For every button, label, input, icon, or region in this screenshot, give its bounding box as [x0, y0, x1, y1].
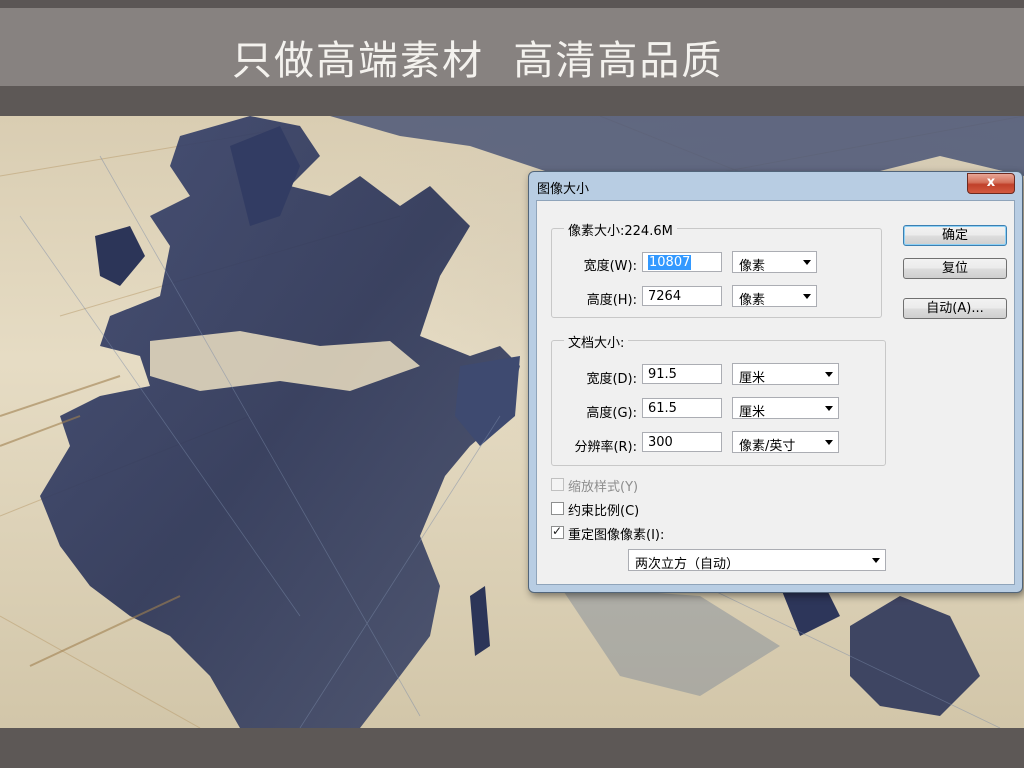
resolution-value: 300 — [648, 435, 673, 450]
doc-width-input[interactable]: 91.5 — [642, 364, 722, 384]
doc-width-unit: 厘米 — [739, 371, 766, 386]
resolution-label: 分辨率(R): — [574, 440, 637, 455]
resolution-input[interactable]: 300 — [642, 432, 722, 452]
pixel-width-value: 10807 — [648, 255, 692, 270]
pixel-height-unit-select[interactable]: 像素 — [732, 285, 817, 308]
chevron-down-icon — [872, 558, 880, 563]
banner: 只做高端素材 高清高品质 — [0, 8, 1024, 86]
reset-button[interactable]: 复位 — [903, 258, 1007, 279]
doc-height-unit-select[interactable]: 厘米 — [732, 397, 839, 420]
bottom-band — [0, 728, 1024, 768]
scale-styles-label: 缩放样式(Y) — [568, 480, 639, 495]
pixel-height-unit: 像素 — [739, 293, 766, 308]
pixel-height-label: 高度(H): — [586, 293, 637, 308]
pixel-width-input[interactable]: 10807 — [642, 252, 722, 272]
banner-lower-band — [0, 86, 1024, 116]
doc-height-unit: 厘米 — [739, 405, 766, 420]
doc-height-input[interactable]: 61.5 — [642, 398, 722, 418]
pixel-dimensions-label: 像素大小:224.6M — [564, 220, 677, 239]
checkmark-icon: ✓ — [552, 524, 563, 538]
banner-text: 只做高端素材 高清高品质 — [232, 38, 724, 84]
resample-image-label: 重定图像像素(I): — [568, 528, 665, 543]
constrain-proportions-checkbox[interactable] — [551, 502, 564, 515]
image-size-dialog: 图像大小 x 像素大小:224.6M 宽度(W): 10807 像素 高度(H)… — [528, 171, 1023, 593]
chevron-down-icon — [803, 260, 811, 265]
chevron-down-icon — [825, 406, 833, 411]
ok-button[interactable]: 确定 — [903, 225, 1007, 246]
doc-height-label: 高度(G): — [586, 406, 637, 421]
dialog-title: 图像大小 — [537, 182, 590, 197]
resolution-unit-select[interactable]: 像素/英寸 — [732, 431, 839, 454]
pixel-height-input[interactable]: 7264 — [642, 286, 722, 306]
pixel-width-unit: 像素 — [739, 259, 766, 274]
close-button[interactable]: x — [967, 173, 1015, 194]
top-strip — [0, 0, 1024, 8]
constrain-proportions-label: 约束比例(C) — [568, 504, 640, 519]
close-icon: x — [986, 175, 996, 190]
dialog-titlebar[interactable]: 图像大小 x — [529, 172, 1022, 200]
resample-method-select[interactable]: 两次立方（自动） — [628, 549, 886, 572]
doc-width-label: 宽度(D): — [586, 372, 637, 387]
doc-width-unit-select[interactable]: 厘米 — [732, 363, 839, 386]
pixel-width-unit-select[interactable]: 像素 — [732, 251, 817, 274]
document-size-label: 文档大小: — [564, 332, 629, 351]
doc-width-value: 91.5 — [648, 367, 677, 382]
pixel-height-value: 7264 — [648, 289, 682, 304]
chevron-down-icon — [803, 294, 811, 299]
chevron-down-icon — [825, 372, 833, 377]
resample-method: 两次立方（自动） — [635, 557, 740, 572]
scale-styles-checkbox[interactable] — [551, 478, 564, 491]
resolution-unit: 像素/英寸 — [739, 439, 796, 454]
auto-button[interactable]: 自动(A)... — [903, 298, 1007, 319]
chevron-down-icon — [825, 440, 833, 445]
pixel-width-label: 宽度(W): — [583, 259, 637, 274]
dialog-client-area: 像素大小:224.6M 宽度(W): 10807 像素 高度(H): 7264 … — [536, 200, 1015, 585]
resample-image-checkbox[interactable]: ✓ — [551, 524, 564, 539]
doc-height-value: 61.5 — [648, 401, 677, 416]
